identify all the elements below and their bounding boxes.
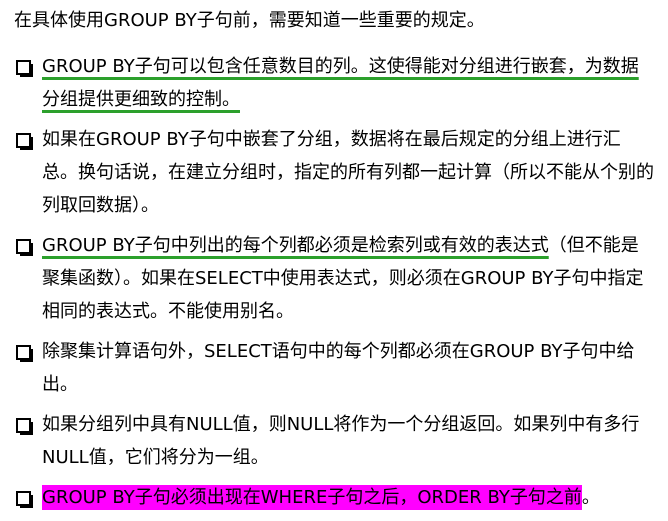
rule-item-2: 如果在GROUP BY子句中嵌套了分组，数据将在最后规定的分组上进行汇总。换句话… <box>14 123 654 222</box>
rule-text-4: 除聚集计算语句外，SELECT语句中的每个列都必须在GROUP BY子句中给出。 <box>42 341 635 395</box>
rule-6-highlighted-lead: GROUP BY子句必须出现在WHERE子句之后，ORDER BY子句之前 <box>42 485 582 510</box>
intro-sentence: 在具体使用GROUP BY子句前，需要知道一些重要的规定。 <box>14 10 485 31</box>
rule-3-underlined-lead: GROUP BY子句中列出的每个列都必须是检索列或有效的表达式 <box>42 235 549 256</box>
rule-item-5: 如果分组列中具有NULL值，则NULL将作为一个分组返回。如果列中有多行NULL… <box>14 408 654 474</box>
rule-item-1: GROUP BY子句可以包含任意数目的列。这使得能对分组进行嵌套，为数据分组提供… <box>14 50 654 116</box>
rule-text-6: GROUP BY子句必须出现在WHERE子句之后，ORDER BY子句之前。 <box>42 481 654 514</box>
checkbox-square-bullet-icon <box>16 418 33 435</box>
rules-list: GROUP BY子句可以包含任意数目的列。这使得能对分组进行嵌套，为数据分组提供… <box>14 50 654 521</box>
checkbox-square-bullet-icon <box>16 239 33 256</box>
rule-item-3: GROUP BY子句中列出的每个列都必须是检索列或有效的表达式（但不能是聚集函数… <box>14 229 654 328</box>
checkbox-square-bullet-icon <box>16 60 33 77</box>
document-page: 在具体使用GROUP BY子句前，需要知道一些重要的规定。 GROUP BY子句… <box>0 0 668 510</box>
checkbox-square-bullet-icon <box>16 133 33 150</box>
rule-text-1: GROUP BY子句可以包含任意数目的列。这使得能对分组进行嵌套，为数据分组提供… <box>42 56 639 110</box>
checkbox-square-bullet-icon <box>16 491 33 508</box>
rule-text-5: 如果分组列中具有NULL值，则NULL将作为一个分组返回。如果列中有多行NULL… <box>42 414 640 468</box>
rule-item-4: 除聚集计算语句外，SELECT语句中的每个列都必须在GROUP BY子句中给出。 <box>14 335 654 401</box>
rule-text-2: 如果在GROUP BY子句中嵌套了分组，数据将在最后规定的分组上进行汇总。换句话… <box>42 129 654 216</box>
checkbox-square-bullet-icon <box>16 345 33 362</box>
rule-item-6: GROUP BY子句必须出现在WHERE子句之后，ORDER BY子句之前。 <box>14 481 654 514</box>
rule-text-3: GROUP BY子句中列出的每个列都必须是检索列或有效的表达式（但不能是聚集函数… <box>42 229 654 328</box>
rule-6-rest: 。 <box>581 487 600 508</box>
